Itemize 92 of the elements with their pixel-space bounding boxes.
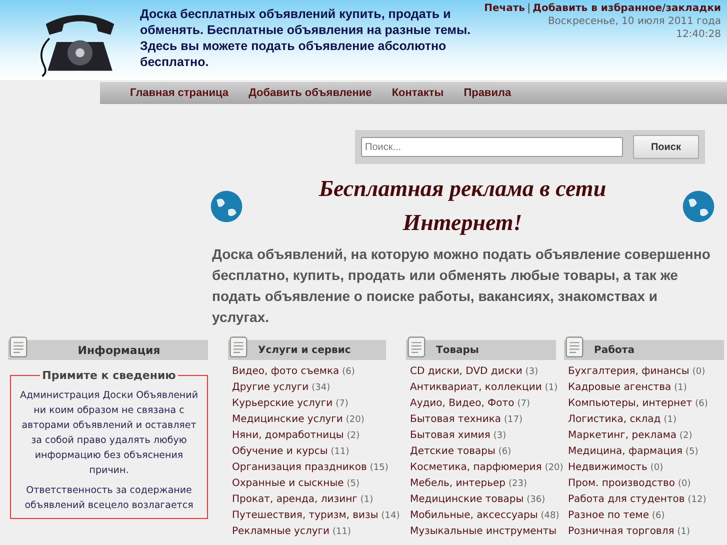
category-link[interactable]: Антиквариат, коллекции <box>410 382 542 393</box>
notepad-icon <box>564 335 586 359</box>
category-link[interactable]: Путешествия, туризм, визы <box>232 510 378 521</box>
category-link[interactable]: Мобильные, аксессуары <box>410 510 538 521</box>
category-count: (3) <box>493 431 506 441</box>
category-count: (3) <box>525 367 538 377</box>
section-title: Информация <box>76 344 162 356</box>
category-link[interactable]: Охранные и сыскные <box>232 478 344 489</box>
category-link[interactable]: Разное по теме <box>568 510 649 521</box>
category-count: (1) <box>360 495 374 505</box>
print-link[interactable]: Печать <box>484 3 525 14</box>
notice-text: Ответственность за содержание объявлений всецело возлагается <box>24 484 194 513</box>
search-field[interactable]: Поиск... <box>361 137 623 157</box>
category-link[interactable]: Медицинские услуги <box>232 414 343 425</box>
category-count: (5) <box>686 447 698 457</box>
category-count: (11) <box>332 527 352 537</box>
category-link[interactable]: Другие услуги <box>232 382 309 393</box>
category-count: (14) <box>381 511 400 521</box>
category-count: (1) <box>677 527 690 537</box>
link-separator: | <box>526 3 531 14</box>
category-count: (2) <box>346 431 360 441</box>
notepad-icon <box>8 335 30 359</box>
nav-link[interactable]: Контакты <box>392 87 444 99</box>
category-count: (23) <box>508 479 527 489</box>
category-link[interactable]: Бытовая химия <box>410 430 490 441</box>
nav-link[interactable]: Правила <box>464 87 512 99</box>
category-count: (2) <box>680 431 692 441</box>
notice-text: Администрация Доски Объявлений ни коим образом не связана с авторами объявлений и оставляет за собой право удалять любую информацию без объяснения причин. <box>18 389 199 478</box>
category-link[interactable]: Прокат, аренда, лизинг <box>232 494 358 505</box>
category-link[interactable]: Недвижимость <box>568 462 648 473</box>
nav-link[interactable]: Главная страница <box>130 87 229 99</box>
category-count: (0) <box>692 367 706 377</box>
category-link[interactable]: Медицинские товары <box>410 494 524 505</box>
search-button[interactable]: Поиск <box>633 135 699 159</box>
notepad-icon <box>228 335 250 359</box>
category-link[interactable]: Кадровые агенства <box>568 382 672 393</box>
globe-icon <box>210 190 243 222</box>
category-link[interactable]: CD диски, DVD диски <box>410 366 522 377</box>
nav-link[interactable]: Добавить объявление <box>248 87 372 99</box>
category-link[interactable]: Бытовая техника <box>410 414 502 425</box>
category-count: (6) <box>342 367 355 377</box>
category-link[interactable]: Няни, домработницы <box>232 430 344 441</box>
category-count: (1) <box>544 383 558 393</box>
category-link[interactable]: Обучение и курсы <box>232 446 328 457</box>
category-link[interactable]: Мебель, интерьер <box>410 478 506 489</box>
category-count: (6) <box>695 399 708 409</box>
category-link[interactable]: Музыкальные инструменты <box>410 526 557 537</box>
section-title: Товары <box>436 344 479 356</box>
category-link[interactable]: Маркетинг, реклама <box>568 430 677 441</box>
notice-title: Примите к сведению <box>41 368 177 383</box>
category-link[interactable]: Пром. производство <box>568 478 675 489</box>
site-title: Доска бесплатных объявлений купить, продать и обменять. Бесплатные объявления на разные темы. Здесь вы можете подать объявление абсолютно бесплатно. <box>140 6 472 71</box>
category-count: (17) <box>504 415 522 425</box>
promo-text: Доска объявлений, на которую можно подать объявление совершенно бесплатно, купить, продать или обменять любые товары, а так же подать объявление о поиске работы, вакансиях, знакомствах и услугах. <box>212 245 712 327</box>
category-link[interactable]: Рекламные услуги <box>232 526 330 537</box>
category-count: (15) <box>370 463 388 473</box>
category-count: (7) <box>336 399 348 409</box>
category-count: (20) <box>346 415 364 425</box>
category-count: (7) <box>517 399 530 409</box>
bookmark-link[interactable]: Добавить в избранное/закладки <box>532 3 721 14</box>
notepad-icon <box>406 335 428 359</box>
category-link[interactable]: Бухгалтерия, финансы <box>568 366 690 377</box>
globe-icon <box>682 190 715 222</box>
section-title: Работа <box>594 344 634 356</box>
time-text: 12:40:28 <box>675 29 721 40</box>
category-link[interactable]: Медицина, фармация <box>568 446 683 457</box>
category-link[interactable]: Аудио, Видео, Фото <box>410 398 514 409</box>
category-link[interactable]: Курьерские услуги <box>232 398 333 409</box>
category-count: (1) <box>664 415 676 425</box>
category-count: (36) <box>526 495 546 505</box>
category-link[interactable]: Компьютеры, интернет <box>568 398 692 409</box>
category-count: (34) <box>312 383 330 393</box>
category-count: (5) <box>346 479 360 489</box>
date-text: Воскресенье, 10 июля 2011 года <box>546 16 721 27</box>
category-link[interactable]: Организация праздников <box>232 462 367 473</box>
category-count: (20) <box>544 463 564 473</box>
category-count: (48) <box>540 511 560 521</box>
category-link[interactable]: Работа для студентов <box>568 494 685 505</box>
category-link[interactable]: Розничная торговля <box>568 526 674 537</box>
category-link[interactable]: Косметика, парфюмерия <box>410 462 542 473</box>
category-link[interactable]: Детские товары <box>410 446 496 457</box>
category-link[interactable]: Видео, фото съемка <box>232 366 340 377</box>
section-title: Услуги и сервис <box>258 344 351 356</box>
category-link[interactable]: Логистика, склад <box>568 414 661 425</box>
category-count: (0) <box>678 479 691 489</box>
category-count: (6) <box>652 511 665 521</box>
promo-heading: Бесплатная реклама в сети Интернет! <box>318 175 608 237</box>
category-count: (11) <box>330 447 350 457</box>
category-count: (6) <box>498 447 512 457</box>
category-count: (1) <box>674 383 687 393</box>
category-count: (0) <box>650 463 664 473</box>
category-count: (12) <box>688 495 706 505</box>
